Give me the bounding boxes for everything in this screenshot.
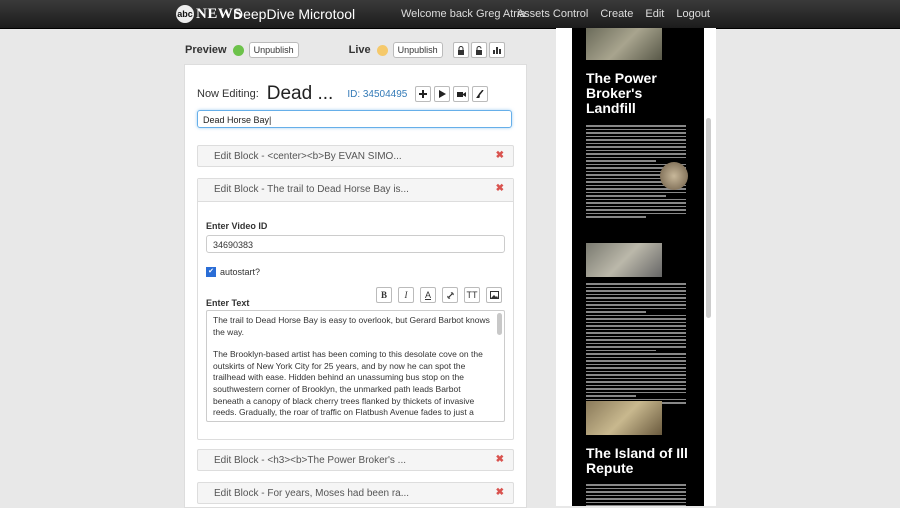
story-title-input[interactable]: Dead Horse Bay|	[197, 110, 512, 128]
preview-inset-photo	[660, 162, 688, 190]
top-navbar: abc NEWS DeepDive Microtool Welcome back…	[0, 0, 900, 29]
nav-create[interactable]: Create	[600, 8, 633, 20]
live-unpublish-button[interactable]: Unpublish	[392, 42, 443, 58]
text-size-button[interactable]: TT	[464, 287, 480, 303]
italic-button[interactable]: I	[398, 287, 414, 303]
preview-photo-2	[586, 243, 662, 277]
preview-unpublish-button[interactable]: Unpublish	[248, 42, 299, 58]
editor-panel: Now Editing: Dead ... ID: 34504495 Dead …	[184, 64, 527, 508]
text-paragraph-2: The Brooklyn-based artist has been comin…	[213, 349, 483, 421]
video-camera-icon[interactable]	[453, 86, 470, 102]
edit-block-4[interactable]: Edit Block - For years, Moses had been r…	[197, 482, 514, 504]
unlock-icon[interactable]	[470, 42, 487, 58]
abc-logo-mark: abc	[176, 5, 194, 23]
edit-block-label: Edit Block - <center><b>By EVAN SIMO...	[214, 151, 402, 162]
preview-photo-3	[586, 401, 662, 435]
edit-block-label: Edit Block - For years, Moses had been r…	[214, 488, 410, 499]
add-block-icon[interactable]	[415, 86, 432, 102]
preview-text-2	[586, 283, 686, 406]
nav-edit[interactable]: Edit	[645, 8, 664, 20]
video-id-input[interactable]: 34690383	[206, 235, 505, 253]
edit-block-label: Edit Block - The trail to Dead Horse Bay…	[214, 184, 409, 195]
edit-block-2-header[interactable]: Edit Block - The trail to Dead Horse Bay…	[198, 179, 513, 202]
bold-button[interactable]: B	[376, 287, 392, 303]
text-paragraph-1: The trail to Dead Horse Bay is easy to o…	[213, 315, 490, 337]
preview-label: Preview	[185, 44, 227, 56]
autostart-checkbox[interactable]: ✔	[206, 267, 216, 277]
delete-block-icon[interactable]: ✖	[496, 454, 504, 465]
app-title[interactable]: DeepDive Microtool	[233, 6, 355, 22]
lock-icon[interactable]	[452, 42, 469, 58]
story-preview[interactable]: The Power Broker's Landfill The Island o…	[572, 28, 704, 506]
play-icon[interactable]	[434, 86, 451, 102]
live-status-dot	[376, 44, 388, 56]
preview-text-3	[586, 484, 686, 506]
preview-heading-1: The Power Broker's Landfill	[586, 70, 657, 116]
publish-status-row: Preview Unpublish Live Unpublish	[185, 42, 507, 58]
block-text-area[interactable]: The trail to Dead Horse Bay is easy to o…	[206, 310, 505, 422]
preview-status-dot	[232, 44, 244, 56]
preview-scrollbar[interactable]	[706, 118, 711, 318]
edit-block-3[interactable]: Edit Block - <h3><b>The Power Broker's .…	[197, 449, 514, 471]
edit-block-1[interactable]: Edit Block - <center><b>By EVAN SIMO... …	[197, 145, 514, 167]
nav-logout[interactable]: Logout	[676, 8, 710, 20]
now-editing-label: Now Editing:	[197, 88, 259, 100]
nav-menu: Assets Control Create Edit Logout	[517, 8, 710, 20]
autostart-label: autostart?	[220, 267, 261, 277]
editing-title: Dead ...	[266, 83, 334, 104]
link-icon[interactable]	[442, 287, 458, 303]
text-label: Enter Text	[206, 298, 250, 308]
autostart-row: ✔ autostart?	[206, 267, 260, 277]
nav-assets-control[interactable]: Assets Control	[517, 8, 589, 20]
preview-heading-2: The Island of Ill Repute	[586, 445, 688, 476]
image-icon[interactable]	[486, 287, 502, 303]
edit-block-label: Edit Block - <h3><b>The Power Broker's .…	[214, 455, 407, 466]
story-id[interactable]: ID: 34504495	[347, 89, 407, 100]
delete-block-icon[interactable]: ✖	[496, 150, 504, 161]
edit-block-2-expanded: Edit Block - The trail to Dead Horse Bay…	[197, 178, 514, 440]
welcome-message: Welcome back Greg Atria	[401, 8, 526, 20]
now-editing-row: Now Editing: Dead ... ID: 34504495	[197, 83, 489, 105]
video-id-label: Enter Video ID	[206, 221, 268, 231]
preview-photo-1	[586, 28, 662, 60]
brush-icon[interactable]	[472, 86, 489, 102]
textarea-scrollbar[interactable]	[497, 313, 502, 335]
delete-block-icon[interactable]: ✖	[496, 183, 504, 194]
delete-block-icon[interactable]: ✖	[496, 487, 504, 498]
live-label: Live	[348, 44, 371, 56]
stats-icon[interactable]	[488, 42, 505, 58]
format-toolbar: B I A TT	[370, 287, 502, 303]
font-color-button[interactable]: A	[420, 287, 436, 303]
